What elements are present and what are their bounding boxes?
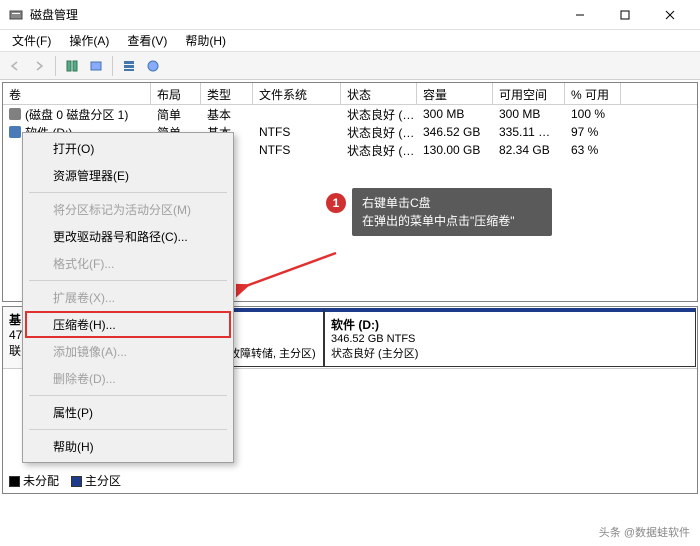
col-capacity[interactable]: 容量 — [417, 83, 493, 104]
ctx-open[interactable]: 打开(O) — [25, 135, 231, 162]
menu-file[interactable]: 文件(F) — [4, 30, 59, 51]
ctx-shrink[interactable]: 压缩卷(H)... — [25, 311, 231, 338]
ctx-explorer[interactable]: 资源管理器(E) — [25, 162, 231, 189]
col-free[interactable]: 可用空间 — [493, 83, 565, 104]
menu-view[interactable]: 查看(V) — [119, 30, 175, 51]
window-title: 磁盘管理 — [30, 6, 557, 23]
titlebar: 磁盘管理 — [0, 0, 700, 30]
table-row[interactable]: (磁盘 0 磁盘分区 1) 简单 基本 状态良好 (… 300 MB 300 M… — [3, 105, 697, 123]
menubar: 文件(F) 操作(A) 查看(V) 帮助(H) — [0, 30, 700, 52]
disk-icon — [9, 108, 21, 120]
help-button[interactable] — [142, 55, 164, 77]
col-volume[interactable]: 卷 — [3, 83, 151, 104]
minimize-button[interactable] — [557, 1, 602, 29]
refresh-button[interactable] — [61, 55, 83, 77]
view-button[interactable] — [118, 55, 140, 77]
annotation-callout: 1 右键单击C盘 在弹出的菜单中点击"压缩卷" — [326, 188, 552, 236]
col-status[interactable]: 状态 — [341, 83, 417, 104]
maximize-button[interactable] — [602, 1, 647, 29]
volume-d[interactable]: 软件 (D:) 346.52 GB NTFS 状态良好 (主分区) — [324, 308, 696, 367]
ctx-change-letter[interactable]: 更改驱动器号和路径(C)... — [25, 223, 231, 250]
ctx-extend: 扩展卷(X)... — [25, 284, 231, 311]
legend-swatch-unallocated — [9, 476, 20, 487]
close-button[interactable] — [647, 1, 692, 29]
ctx-help[interactable]: 帮助(H) — [25, 433, 231, 460]
back-button — [4, 55, 26, 77]
ctx-properties[interactable]: 属性(P) — [25, 399, 231, 426]
list-header: 卷 布局 类型 文件系统 状态 容量 可用空间 % 可用 — [3, 83, 697, 105]
disk-icon — [9, 126, 21, 138]
app-icon — [8, 7, 24, 23]
context-menu: 打开(O) 资源管理器(E) 将分区标记为活动分区(M) 更改驱动器号和路径(C… — [22, 132, 234, 463]
col-type[interactable]: 类型 — [201, 83, 253, 104]
menu-help[interactable]: 帮助(H) — [177, 30, 234, 51]
col-filesystem[interactable]: 文件系统 — [253, 83, 341, 104]
menu-action[interactable]: 操作(A) — [61, 30, 117, 51]
footer-watermark: 头条 @数据蛙软件 — [599, 524, 690, 540]
forward-button — [28, 55, 50, 77]
ctx-mirror: 添加镜像(A)... — [25, 338, 231, 365]
callout-number: 1 — [326, 193, 346, 213]
callout-text: 右键单击C盘 在弹出的菜单中点击"压缩卷" — [352, 188, 552, 236]
ctx-format: 格式化(F)... — [25, 250, 231, 277]
settings-button[interactable] — [85, 55, 107, 77]
col-pctfree[interactable]: % 可用 — [565, 83, 621, 104]
ctx-mark-active: 将分区标记为活动分区(M) — [25, 196, 231, 223]
legend: 未分配 主分区 — [9, 472, 121, 489]
col-layout[interactable]: 布局 — [151, 83, 201, 104]
toolbar — [0, 52, 700, 80]
legend-swatch-primary — [71, 476, 82, 487]
annotation-arrow — [236, 248, 346, 301]
ctx-delete: 删除卷(D)... — [25, 365, 231, 392]
